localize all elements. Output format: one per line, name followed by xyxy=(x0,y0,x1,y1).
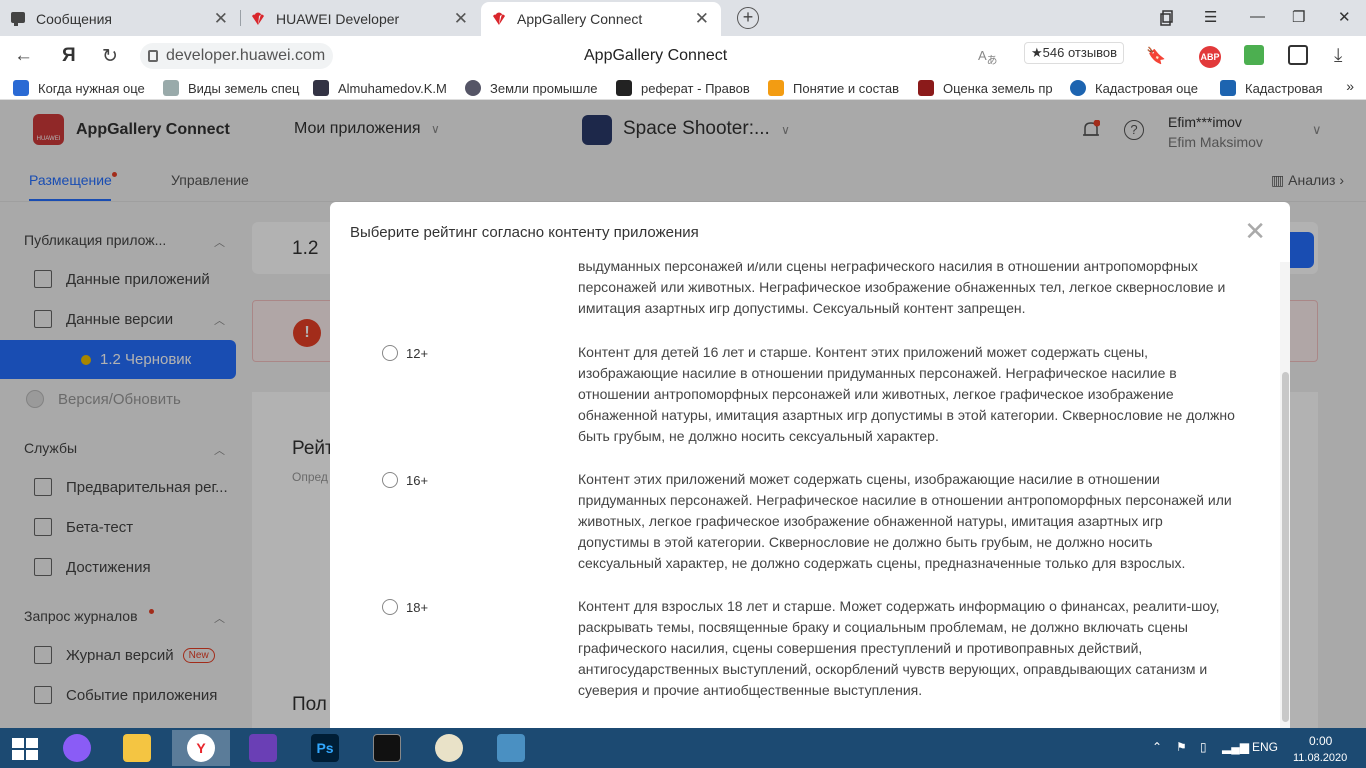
site-icon xyxy=(1220,80,1236,96)
taskbar-photos[interactable] xyxy=(482,730,540,766)
tab-huawei-developer[interactable]: HUAWEI Developer ✕ xyxy=(240,2,480,36)
url-field[interactable]: developer.huawei.com xyxy=(140,43,334,69)
site-icon xyxy=(616,80,632,96)
bookmark-item[interactable]: Когда нужная оце xyxy=(13,80,153,96)
address-bar: ← Я ↻ developer.huawei.com AppGallery Co… xyxy=(0,36,1366,76)
reviews-badge[interactable]: ★546 отзывов xyxy=(1024,42,1125,64)
paint-palette-icon xyxy=(435,734,463,762)
clock-time[interactable]: 0:00 xyxy=(1309,734,1332,748)
site-icon xyxy=(768,80,784,96)
taskbar-visual-studio[interactable] xyxy=(234,730,292,766)
modal-title: Выберите рейтинг согласно контенту прило… xyxy=(350,224,699,241)
bookmarks-manager-icon[interactable] xyxy=(1158,10,1174,26)
close-icon[interactable]: ✕ xyxy=(695,9,709,29)
chat-icon xyxy=(11,12,25,26)
new-tab-button[interactable]: + xyxy=(737,7,759,29)
huawei-logo-icon xyxy=(252,12,264,25)
signal-icon[interactable]: ▂▄▆ xyxy=(1222,740,1249,754)
bookmark-item[interactable]: Кадастровая xyxy=(1220,80,1330,96)
modal-scrollbar[interactable] xyxy=(1280,262,1290,728)
taskbar-paint[interactable] xyxy=(420,730,478,766)
scrollbar-thumb[interactable] xyxy=(1282,372,1289,722)
windows-start-icon[interactable] xyxy=(12,738,38,760)
translate-icon[interactable]: Aあ xyxy=(978,48,998,68)
site-icon xyxy=(465,80,481,96)
url-text: developer.huawei.com xyxy=(166,47,326,64)
menu-icon[interactable]: ☰ xyxy=(1204,8,1217,26)
site-icon xyxy=(313,80,329,96)
modal-body: выдуманных персонажей и/или сцены неграф… xyxy=(330,262,1280,728)
bookmark-item[interactable]: Понятие и состав xyxy=(768,80,908,96)
site-icon xyxy=(13,80,29,96)
site-icon xyxy=(1070,80,1086,96)
bookmark-item[interactable]: Земли промышле xyxy=(465,80,605,96)
alice-icon xyxy=(63,734,91,762)
extension-download-icon[interactable] xyxy=(1244,45,1264,65)
adblock-icon[interactable]: ABP xyxy=(1199,46,1221,68)
rating-label: 18+ xyxy=(406,600,429,615)
bookmark-item[interactable]: Almuhamedov.K.M xyxy=(313,80,453,96)
rating-description: Контент для взрослых 18 лет и старше. Мо… xyxy=(578,598,1220,698)
bookmark-item[interactable]: Оценка земель пр xyxy=(918,80,1058,96)
folder-icon xyxy=(123,734,151,762)
taskbar-explorer[interactable] xyxy=(108,730,166,766)
reload-icon[interactable]: ↻ xyxy=(102,45,118,68)
radio-16[interactable] xyxy=(382,472,398,488)
taskbar-yandex-browser[interactable]: Y xyxy=(172,730,230,766)
tab-label: HUAWEI Developer xyxy=(276,11,400,27)
taskbar-alice[interactable] xyxy=(48,730,106,766)
minimize-icon[interactable]: — xyxy=(1250,8,1265,25)
rating-modal: Выберите рейтинг согласно контенту прило… xyxy=(330,202,1290,728)
bookmarks-bar: Когда нужная оце Виды земель спец Almuha… xyxy=(0,76,1366,100)
visual-studio-icon xyxy=(249,734,277,762)
bookmark-item[interactable]: Кадастровая оце xyxy=(1070,80,1210,96)
tab-appgallery-connect[interactable]: AppGallery Connect ✕ xyxy=(481,2,721,36)
site-icon xyxy=(163,80,179,96)
rating-description: Контент этих приложений может содержать … xyxy=(578,471,1232,571)
huawei-logo-icon xyxy=(493,12,505,25)
clock-date[interactable]: 11.08.2020 xyxy=(1293,752,1347,764)
rating-label: 12+ xyxy=(406,346,429,361)
restore-icon[interactable]: ❐ xyxy=(1292,8,1305,26)
tab-messages[interactable]: Сообщения ✕ xyxy=(0,2,240,36)
tab-label: Сообщения xyxy=(36,11,112,27)
tray-expand-icon[interactable]: ⌃ xyxy=(1152,740,1162,754)
rating-label: 16+ xyxy=(406,473,429,488)
page-title: AppGallery Connect xyxy=(584,47,728,64)
network-warning-icon[interactable]: ⚑ xyxy=(1176,740,1187,754)
bookmark-icon[interactable]: 🔖 xyxy=(1146,46,1166,66)
language-indicator[interactable]: ENG xyxy=(1252,740,1278,754)
rating-description: Контент для детей 16 лет и старше. Конте… xyxy=(578,344,1235,444)
terminal-icon xyxy=(373,734,401,762)
bookmark-item[interactable]: Виды земель спец xyxy=(163,80,303,96)
close-icon[interactable]: ✕ xyxy=(454,9,468,29)
yandex-icon[interactable]: Я xyxy=(62,45,76,67)
download-icon[interactable]: ⤓ xyxy=(1334,45,1342,67)
window-close-icon[interactable]: ✕ xyxy=(1338,8,1351,26)
photo-viewer-icon xyxy=(497,734,525,762)
taskbar-photoshop[interactable]: Ps xyxy=(296,730,354,766)
taskbar-terminal[interactable] xyxy=(358,730,416,766)
site-icon xyxy=(918,80,934,96)
close-icon[interactable]: ✕ xyxy=(214,9,228,29)
radio-18[interactable] xyxy=(382,599,398,615)
taskbar: Y Ps ⌃ ⚑ ▯ ▂▄▆ ENG 0:00 11.08.2020 xyxy=(0,728,1366,768)
browser-tab-strip: Сообщения ✕ HUAWEI Developer ✕ AppGaller… xyxy=(0,0,1366,36)
battery-icon[interactable]: ▯ xyxy=(1200,740,1207,754)
bookmark-item[interactable]: реферат - Правов xyxy=(616,80,756,96)
rating-description-partial: выдуманных персонажей и/или сцены неграф… xyxy=(578,262,1226,316)
close-icon[interactable]: ✕ xyxy=(1244,216,1266,247)
photoshop-icon: Ps xyxy=(311,734,339,762)
tab-label: AppGallery Connect xyxy=(517,11,643,27)
yandex-browser-icon: Y xyxy=(187,734,215,762)
radio-12[interactable] xyxy=(382,345,398,361)
lock-icon xyxy=(148,50,158,62)
back-arrow-icon[interactable]: ← xyxy=(14,45,33,67)
more-bookmarks-icon[interactable]: » xyxy=(1346,78,1354,94)
extension-chat-icon[interactable] xyxy=(1288,45,1308,65)
